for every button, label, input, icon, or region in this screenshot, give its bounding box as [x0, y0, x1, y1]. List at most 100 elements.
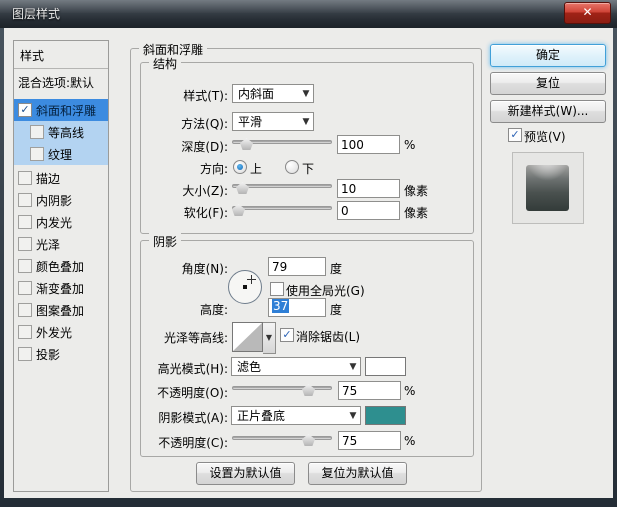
depth-slider[interactable]	[232, 137, 332, 151]
chevron-down-icon: ▼	[299, 117, 313, 127]
sidebar-item-styles[interactable]: 样式	[14, 44, 108, 66]
soften-label: 软化(F):	[134, 204, 228, 221]
direction-up-radio[interactable]	[233, 160, 247, 174]
technique-dropdown[interactable]: 平滑 ▼	[232, 112, 314, 131]
highlight-mode-dropdown[interactable]: 滤色 ▼	[231, 357, 361, 376]
depth-unit: %	[404, 138, 415, 152]
size-input[interactable]	[337, 179, 400, 198]
sidebar-item-bevel-emboss[interactable]: 斜面和浮雕	[14, 99, 108, 121]
antialias-checkbox[interactable]	[280, 328, 294, 342]
set-default-button[interactable]: 设置为默认值	[196, 462, 295, 485]
contour-checkbox[interactable]	[30, 125, 44, 139]
angle-dial[interactable]	[228, 270, 262, 304]
sidebar-item-label: 光泽	[36, 236, 60, 253]
structure-group-title: 结构	[149, 55, 181, 72]
depth-label: 深度(D):	[134, 138, 228, 155]
shadow-opacity-label: 不透明度(C):	[134, 434, 228, 451]
gloss-contour-picker[interactable]: ▼	[232, 322, 276, 352]
gloss-contour-thumbnail[interactable]	[232, 322, 263, 352]
highlight-opacity-track[interactable]	[232, 386, 332, 390]
shadow-opacity-input[interactable]	[338, 431, 401, 450]
close-button[interactable]: ✕	[564, 2, 611, 24]
dialog-body: 样式 混合选项:默认 斜面和浮雕 等高线 纹理 描边	[4, 28, 613, 498]
shadow-color-swatch[interactable]	[365, 406, 406, 425]
chevron-down-icon: ▼	[346, 411, 360, 421]
style-preview-thumbnail	[512, 152, 584, 224]
shadow-mode-dropdown[interactable]: 正片叠底 ▼	[231, 406, 361, 425]
sidebar-separator	[14, 68, 108, 69]
sidebar-item-inner-glow[interactable]: 内发光	[14, 211, 108, 233]
size-label: 大小(Z):	[134, 182, 228, 199]
sidebar-item-pattern-overlay[interactable]: 图案叠加	[14, 299, 108, 321]
style-label: 样式(T):	[134, 87, 228, 104]
stroke-checkbox[interactable]	[18, 171, 32, 185]
angle-dial-center	[243, 285, 247, 289]
new-style-button[interactable]: 新建样式(W)...	[490, 100, 606, 123]
sidebar-item-label: 投影	[36, 346, 60, 363]
color-overlay-checkbox[interactable]	[18, 259, 32, 273]
satin-checkbox[interactable]	[18, 237, 32, 251]
sidebar-item-label: 混合选项:默认	[18, 74, 94, 91]
size-slider[interactable]	[232, 181, 332, 195]
soften-slider-track[interactable]	[232, 206, 332, 210]
outer-glow-checkbox[interactable]	[18, 325, 32, 339]
drop-shadow-checkbox[interactable]	[18, 347, 32, 361]
chevron-down-icon[interactable]: ▼	[263, 322, 276, 354]
soften-unit: 像素	[404, 204, 428, 221]
reset-default-button[interactable]: 复位为默认值	[308, 462, 407, 485]
ok-button[interactable]: 确定	[490, 44, 606, 67]
sidebar-item-gradient-overlay[interactable]: 渐变叠加	[14, 277, 108, 299]
shadow-opacity-track[interactable]	[232, 436, 332, 440]
depth-input[interactable]	[337, 135, 400, 154]
crosshair-cursor-icon	[247, 275, 256, 284]
direction-down-radio[interactable]	[285, 160, 299, 174]
sidebar-item-color-overlay[interactable]: 颜色叠加	[14, 255, 108, 277]
bevel-emboss-checkbox[interactable]	[18, 103, 32, 117]
sidebar-item-satin[interactable]: 光泽	[14, 233, 108, 255]
highlight-opacity-unit: %	[404, 384, 415, 398]
preview-label: 预览(V)	[524, 128, 566, 145]
sidebar-item-blending-options[interactable]: 混合选项:默认	[14, 71, 108, 93]
sidebar-header-label: 样式	[20, 47, 44, 64]
soften-input[interactable]	[337, 201, 400, 220]
altitude-label: 高度:	[134, 301, 228, 318]
shadow-opacity-unit: %	[404, 434, 415, 448]
pattern-overlay-checkbox[interactable]	[18, 303, 32, 317]
inner-glow-checkbox[interactable]	[18, 215, 32, 229]
highlight-mode-value: 滤色	[232, 358, 346, 375]
sidebar-item-label: 外发光	[36, 324, 72, 341]
sidebar-item-contour[interactable]: 等高线	[14, 121, 108, 143]
direction-up-label: 上	[250, 160, 262, 177]
title-bar[interactable]: 图层样式 ✕	[0, 0, 617, 28]
highlight-color-swatch[interactable]	[365, 357, 406, 376]
sidebar-item-outer-glow[interactable]: 外发光	[14, 321, 108, 343]
shadow-mode-label: 阴影模式(A):	[134, 409, 228, 426]
dialog-title: 图层样式	[12, 5, 60, 22]
titlebar-gloss	[0, 0, 617, 13]
gradient-overlay-checkbox[interactable]	[18, 281, 32, 295]
highlight-opacity-slider[interactable]	[232, 383, 332, 397]
sidebar-item-inner-shadow[interactable]: 内阴影	[14, 189, 108, 211]
gloss-contour-label: 光泽等高线:	[134, 329, 228, 346]
styles-list: 样式 混合选项:默认 斜面和浮雕 等高线 纹理 描边	[13, 40, 109, 492]
shadow-opacity-slider[interactable]	[232, 433, 332, 447]
texture-checkbox[interactable]	[30, 147, 44, 161]
soften-slider[interactable]	[232, 203, 332, 217]
highlight-mode-label: 高光模式(H):	[134, 360, 228, 377]
highlight-opacity-input[interactable]	[338, 381, 401, 400]
altitude-input[interactable]: 37	[268, 298, 326, 317]
angle-input[interactable]	[268, 257, 326, 276]
inner-shadow-checkbox[interactable]	[18, 193, 32, 207]
use-global-light-checkbox[interactable]	[270, 282, 284, 296]
sidebar-item-label: 渐变叠加	[36, 280, 84, 297]
sidebar-item-label: 描边	[36, 170, 60, 187]
sidebar-item-stroke[interactable]: 描边	[14, 167, 108, 189]
sidebar-item-label: 纹理	[48, 146, 72, 163]
sidebar-item-texture[interactable]: 纹理	[14, 143, 108, 165]
reset-button[interactable]: 复位	[490, 72, 606, 95]
preview-checkbox[interactable]	[508, 128, 522, 142]
sidebar-item-drop-shadow[interactable]: 投影	[14, 343, 108, 365]
preview-bevel-shape	[526, 165, 569, 211]
style-dropdown[interactable]: 内斜面 ▼	[232, 84, 314, 103]
altitude-selected-text: 37	[272, 299, 289, 313]
